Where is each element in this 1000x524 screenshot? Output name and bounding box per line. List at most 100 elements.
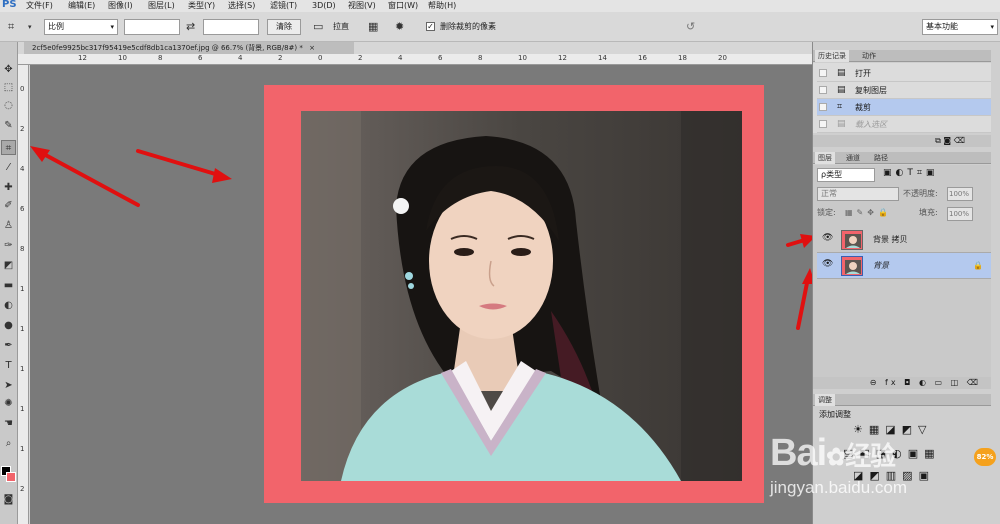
history-item[interactable]: ▤ 打开	[817, 65, 991, 82]
history-item[interactable]: ▤ 复制图层	[817, 82, 991, 99]
layer-row[interactable]: 👁 背景 拷贝	[817, 227, 991, 253]
new-document-icon[interactable]: ⧉	[935, 136, 941, 145]
chevron-down-icon[interactable]: ▾	[28, 19, 32, 35]
watermark-paw-icon: ✿	[826, 444, 846, 471]
grid-overlay-icon[interactable]: ▦	[368, 19, 378, 35]
eraser-tool-icon[interactable]: ◩	[1, 258, 16, 273]
ratio-select[interactable]: 比例 ▾	[44, 19, 118, 35]
snapshot-checkbox[interactable]	[819, 86, 827, 94]
eye-icon[interactable]: 👁	[822, 233, 833, 243]
ruler-tick-label: 0	[318, 54, 323, 62]
ruler-tick-label: 10	[518, 54, 527, 62]
ruler-tick-label: 6	[438, 54, 443, 62]
document-tab[interactable]: 2cf5e0fe9925bc317f95419e5cdf8db1ca1370ef…	[24, 42, 354, 54]
ruler-tick-label: 10	[118, 54, 127, 62]
blur-tool-icon[interactable]: ◐	[1, 298, 16, 313]
move-tool-icon[interactable]: ✥	[1, 62, 16, 77]
menu-select[interactable]: 选择(S)	[228, 0, 255, 12]
ruler-tick-label: 6	[198, 54, 203, 62]
marquee-tool-icon[interactable]: ⬚	[1, 80, 16, 95]
menu-filter[interactable]: 滤镜(T)	[270, 0, 297, 12]
layer-filter-icons[interactable]: ▣◐T⌗▣	[883, 168, 938, 178]
lock-icon: 🔒	[973, 261, 983, 270]
stamp-tool-icon[interactable]: ♙	[1, 218, 16, 233]
straighten-label[interactable]: 拉直	[333, 19, 349, 35]
document-icon: ▤	[837, 85, 846, 95]
dodge-tool-icon[interactable]: ●	[1, 318, 16, 333]
reset-icon[interactable]: ↺	[686, 19, 695, 35]
menu-help[interactable]: 帮助(H)	[428, 0, 456, 12]
ruler-tick-label: 2	[20, 125, 25, 133]
history-item[interactable]: ▤ 载入选区	[817, 116, 991, 133]
history-item[interactable]: ⌗ 裁剪	[817, 99, 991, 116]
quick-select-tool-icon[interactable]: ✎	[1, 118, 16, 133]
snapshot-checkbox[interactable]	[819, 120, 827, 128]
layer-name[interactable]: 背景 拷贝	[873, 227, 908, 253]
layers-footer[interactable]: ⊖ fx ◘ ◐ ▭ ◫ ⌫	[813, 377, 991, 389]
path-select-icon[interactable]: ➤	[1, 378, 16, 393]
camera-icon[interactable]: ◙	[943, 136, 951, 145]
watermark-brand: Bai	[770, 432, 827, 474]
type-tool-icon[interactable]: T	[1, 358, 16, 373]
ruler-tick-label: 4	[238, 54, 243, 62]
menu-3d[interactable]: 3D(D)	[312, 0, 336, 12]
shape-tool-icon[interactable]: ✺	[1, 396, 16, 411]
layer-filter-select[interactable]: ρ类型	[817, 168, 875, 182]
chevron-down-icon: ▾	[990, 23, 994, 31]
lasso-tool-icon[interactable]: ◌	[1, 98, 16, 113]
crop-height-input[interactable]	[203, 19, 259, 35]
add-adjustment-title: 添加调整	[819, 410, 851, 419]
menu-window[interactable]: 窗口(W)	[388, 0, 418, 12]
menu-edit[interactable]: 编辑(E)	[68, 0, 95, 12]
brush-tool-icon[interactable]: ✐	[1, 198, 16, 213]
ruler-tick-label: 6	[20, 205, 25, 213]
ruler-tick-label: 16	[638, 54, 647, 62]
blend-mode-select[interactable]: 正常	[817, 187, 899, 201]
crop-width-input[interactable]	[124, 19, 180, 35]
hand-tool-icon[interactable]: ☚	[1, 416, 16, 431]
snapshot-checkbox[interactable]	[819, 69, 827, 77]
straighten-icon[interactable]: ▭	[313, 19, 323, 35]
delete-cropped-checkbox[interactable]: ✓	[426, 22, 435, 31]
clear-button[interactable]: 清除	[267, 19, 301, 35]
menu-type[interactable]: 类型(Y)	[188, 0, 215, 12]
eyedropper-tool-icon[interactable]: ⁄	[1, 160, 16, 175]
tab-channels[interactable]: 通道	[843, 152, 863, 164]
fill-label: 填充:	[919, 208, 938, 217]
zoom-tool-icon[interactable]: ⌕	[1, 436, 16, 451]
ruler-tick-label: 20	[718, 54, 727, 62]
tab-adjustments[interactable]: 调整	[815, 394, 835, 406]
menu-layer[interactable]: 图层(L)	[148, 0, 175, 12]
background-color-swatch[interactable]	[6, 472, 16, 482]
lock-icons[interactable]: ▦✎✥🔒	[845, 206, 892, 220]
photo[interactable]	[301, 111, 742, 481]
menu-image[interactable]: 图像(I)	[108, 0, 133, 12]
snapshot-checkbox[interactable]	[819, 103, 827, 111]
tab-history[interactable]: 历史记录	[815, 50, 849, 62]
close-icon[interactable]: ×	[309, 44, 315, 52]
layer-name[interactable]: 背景	[873, 253, 889, 279]
eye-icon[interactable]: 👁	[822, 259, 833, 269]
tab-actions[interactable]: 动作	[859, 50, 879, 62]
progress-badge: 82%	[974, 448, 996, 466]
tab-layers[interactable]: 图层	[815, 152, 835, 164]
gear-icon[interactable]: ✹	[395, 19, 404, 35]
fill-input[interactable]: 100%	[947, 207, 973, 221]
layers-panel-tabs: 图层 通道 路径	[813, 152, 991, 164]
quick-mask-icon[interactable]: ◙	[1, 492, 16, 507]
menu-view[interactable]: 视图(V)	[348, 0, 376, 12]
gradient-tool-icon[interactable]: ▬	[1, 278, 16, 293]
crop-icon: ⌗	[837, 102, 843, 112]
pen-tool-icon[interactable]: ✒	[1, 338, 16, 353]
crop-tool-icon[interactable]: ⌗	[8, 19, 14, 35]
healing-brush-icon[interactable]: ✚	[1, 180, 16, 195]
layer-row[interactable]: 👁 背景 🔒	[817, 253, 991, 279]
crop-tool-icon[interactable]: ⌗	[1, 140, 16, 155]
opacity-input[interactable]: 100%	[947, 187, 973, 201]
menu-file[interactable]: 文件(F)	[26, 0, 53, 12]
history-brush-icon[interactable]: ✑	[1, 238, 16, 253]
tab-paths[interactable]: 路径	[871, 152, 891, 164]
workspace-select[interactable]: 基本功能 ▾	[922, 19, 998, 35]
swap-icon[interactable]: ⇄	[186, 19, 195, 35]
trash-icon[interactable]: ⌫	[954, 136, 965, 145]
